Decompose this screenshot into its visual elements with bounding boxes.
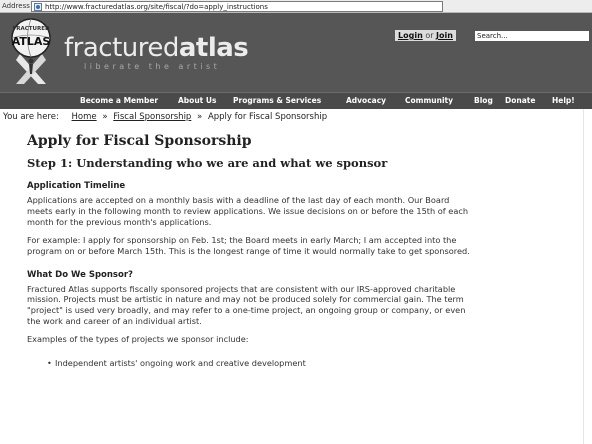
nav-donate[interactable]: Donate bbox=[505, 96, 535, 105]
brand-name[interactable]: fracturedatlas bbox=[64, 33, 249, 63]
or-label: or bbox=[425, 31, 434, 40]
svg-text:FRACTURED: FRACTURED bbox=[12, 26, 49, 32]
page-title: Apply for Fiscal Sponsorship bbox=[27, 133, 252, 149]
nav-advocacy[interactable]: Advocacy bbox=[346, 96, 386, 105]
login-bar: Login or Join bbox=[395, 30, 456, 41]
breadcrumb: You are here: Home » Fiscal Sponsorship … bbox=[0, 110, 592, 124]
timeline-example: For example: I apply for sponsorship on … bbox=[27, 234, 470, 256]
site-header: FRACTURED ATLAS fracturedatlas liberate … bbox=[0, 13, 592, 92]
logo-icon[interactable]: FRACTURED ATLAS bbox=[10, 16, 51, 84]
breadcrumb-current: Apply for Fiscal Sponsorship bbox=[207, 112, 328, 122]
address-url[interactable]: http://www.fracturedatlas.org/site/fisca… bbox=[45, 3, 268, 11]
nav-become-member[interactable]: Become a Member bbox=[80, 96, 158, 105]
address-bar: Address http://www.fracturedatlas.org/si… bbox=[0, 0, 592, 13]
timeline-paragraph: Applications are accepted on a monthly b… bbox=[27, 195, 469, 227]
search-input[interactable]: Search... bbox=[474, 30, 590, 42]
breadcrumb-separator: » bbox=[197, 112, 203, 122]
address-input[interactable]: http://www.fracturedatlas.org/site/fisca… bbox=[31, 1, 443, 12]
nav-programs-services[interactable]: Programs & Services bbox=[233, 96, 321, 105]
address-label: Address bbox=[2, 2, 30, 10]
main-content: Apply for Fiscal Sponsorship Step 1: Und… bbox=[27, 133, 477, 369]
timeline-heading: Application Timeline bbox=[27, 181, 126, 191]
breadcrumb-fiscal[interactable]: Fiscal Sponsorship bbox=[113, 112, 191, 122]
breadcrumb-separator: » bbox=[102, 112, 108, 122]
sponsor-examples-list: Independent artists' ongoing work and cr… bbox=[47, 358, 477, 369]
list-item: Independent artists' ongoing work and cr… bbox=[47, 358, 477, 369]
brand-tagline: liberate the artist bbox=[84, 62, 221, 71]
sponsor-heading: What Do We Sponsor? bbox=[27, 269, 133, 280]
login-link[interactable]: Login bbox=[398, 31, 423, 40]
nav-about-us[interactable]: About Us bbox=[178, 96, 216, 105]
sponsor-examples-intro: Examples of the types of projects we spo… bbox=[27, 334, 249, 345]
nav-help[interactable]: Help! bbox=[552, 96, 575, 105]
join-link[interactable]: Join bbox=[436, 31, 453, 40]
breadcrumb-label: You are here: bbox=[3, 112, 59, 122]
main-nav: Become a Member About Us Programs & Serv… bbox=[0, 92, 592, 109]
breadcrumb-home[interactable]: Home bbox=[72, 112, 97, 122]
page-icon bbox=[34, 2, 42, 11]
nav-community[interactable]: Community bbox=[405, 96, 453, 105]
svg-text:ATLAS: ATLAS bbox=[12, 35, 51, 48]
sponsor-paragraph: Fractured Atlas supports fiscally sponso… bbox=[27, 283, 466, 327]
nav-blog[interactable]: Blog bbox=[474, 96, 493, 105]
step-heading: Step 1: Understanding who we are and wha… bbox=[27, 156, 388, 170]
